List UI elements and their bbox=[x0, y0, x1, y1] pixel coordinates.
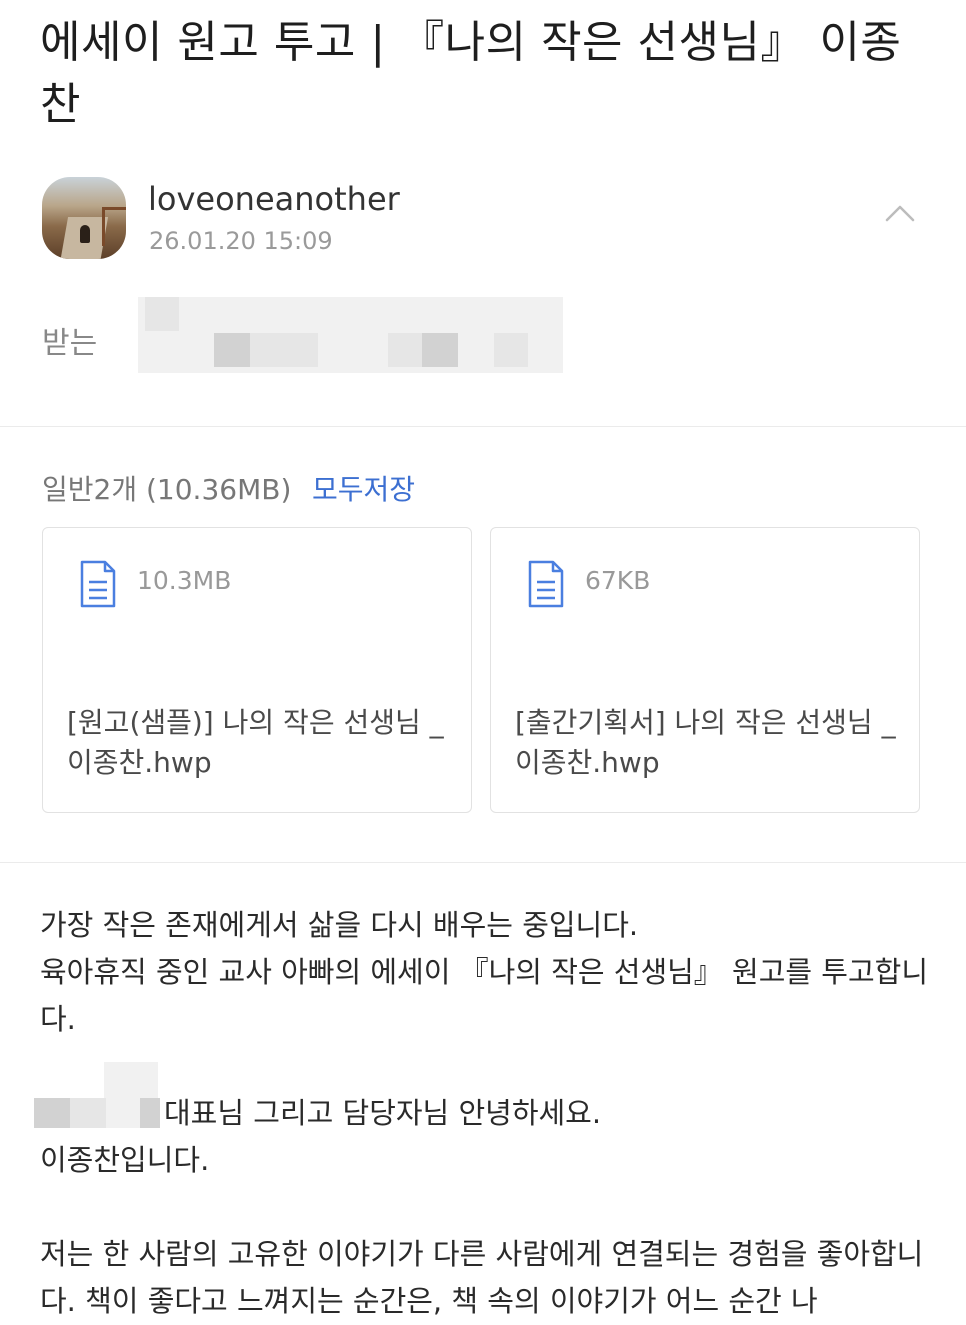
attachment-size: 67KB bbox=[585, 566, 651, 595]
attachment-filename: [원고(샘플)] 나의 작은 선생님 _ 이종찬.hwp bbox=[67, 706, 444, 779]
attachment-card[interactable]: 67KB [출간기획서] 나의 작은 선생님 _ 이종찬.hwp bbox=[490, 527, 920, 813]
attachment-card[interactable]: 10.3MB [원고(샘플)] 나의 작은 선생님 _ 이종찬.hwp bbox=[42, 527, 472, 813]
document-icon bbox=[528, 560, 564, 608]
sender-name[interactable]: loveoneanother bbox=[148, 180, 400, 218]
attachment-filename: [출간기획서] 나의 작은 선생님 _ 이종찬.hwp bbox=[515, 706, 896, 779]
sender-avatar[interactable] bbox=[42, 177, 126, 259]
chevron-up-icon[interactable] bbox=[884, 200, 916, 224]
body-greeting-line1: 대표님 그리고 담당자님 안녕하세요. bbox=[164, 1096, 602, 1130]
divider bbox=[0, 862, 966, 863]
body-intro-line1: 가장 작은 존재에게서 삶을 다시 배우는 중입니다. bbox=[40, 908, 639, 942]
attachment-summary: 일반2개 (10.36MB) bbox=[42, 473, 292, 506]
mail-subject: 에세이 원고 투고 | 『나의 작은 선생님』 이종찬 bbox=[40, 17, 902, 130]
divider bbox=[0, 426, 966, 427]
save-all-link[interactable]: 모두저장 bbox=[312, 468, 415, 508]
body-greeting-line2: 이종찬입니다. bbox=[40, 1143, 210, 1177]
sender-datetime: 26.01.20 15:09 bbox=[149, 227, 333, 255]
attachment-size: 10.3MB bbox=[137, 566, 232, 595]
document-icon bbox=[80, 560, 116, 608]
recipient-label: 받는 bbox=[42, 326, 98, 361]
body-paragraph: 저는 한 사람의 고유한 이야기가 다른 사람에게 연결되는 경험을 좋아합니다… bbox=[40, 1237, 924, 1318]
body-intro-line2: 육아휴직 중인 교사 아빠의 에세이 『나의 작은 선생님』 원고를 투고합니다… bbox=[40, 955, 929, 1036]
